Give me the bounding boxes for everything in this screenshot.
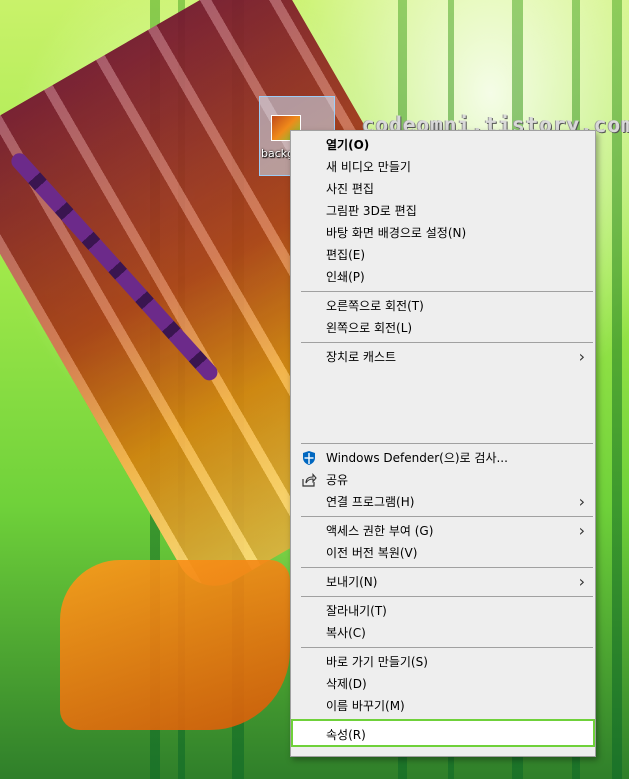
menu-item-label: 사진 편집 — [326, 182, 374, 196]
menu-item-print[interactable]: 인쇄(P) — [291, 266, 595, 288]
menu-item-rotate-left[interactable]: 왼쪽으로 회전(L) — [291, 317, 595, 339]
menu-item-label: 오른쪽으로 회전(T) — [326, 299, 424, 313]
menu-item-label: 장치로 캐스트 — [326, 350, 397, 364]
menu-item-restore-previous[interactable]: 이전 버전 복원(V) — [291, 542, 595, 564]
chevron-right-icon: › — [578, 492, 585, 511]
menu-item-copy[interactable]: 복사(C) — [291, 622, 595, 644]
menu-item-label: 공유 — [326, 473, 349, 487]
chevron-right-icon: › — [578, 347, 585, 366]
menu-item-delete[interactable]: 삭제(D) — [291, 673, 595, 695]
menu-item-label: 보내기(N) — [326, 575, 378, 589]
menu-item-label: 복사(C) — [326, 626, 366, 640]
menu-item-label: 속성(R) — [326, 728, 366, 742]
menu-item-rotate-right[interactable]: 오른쪽으로 회전(T) — [291, 295, 595, 317]
menu-item-label: 잘라내기(T) — [326, 604, 387, 618]
menu-item-give-access[interactable]: 액세스 권한 부여 (G) › — [291, 520, 595, 542]
menu-separator — [301, 596, 593, 597]
roof-ornament — [60, 560, 290, 730]
menu-blank-area — [291, 368, 595, 440]
share-icon — [301, 472, 317, 488]
menu-item-label: 그림판 3D로 편집 — [326, 204, 417, 218]
menu-item-label: 편집(E) — [326, 248, 366, 262]
menu-item-label: 바탕 화면 배경으로 설정(N) — [326, 226, 467, 240]
menu-item-open-with[interactable]: 연결 프로그램(H) › — [291, 491, 595, 513]
menu-item-label: 새 비디오 만들기 — [326, 160, 411, 174]
menu-item-share[interactable]: 공유 — [291, 469, 595, 491]
menu-item-properties[interactable]: 속성(R) — [291, 719, 595, 747]
menu-item-label: 이전 버전 복원(V) — [326, 546, 418, 560]
menu-item-edit-paint3d[interactable]: 그림판 3D로 편집 — [291, 200, 595, 222]
desktop-file-label: backg — [261, 147, 291, 160]
menu-item-label: 액세스 권한 부여 (G) — [326, 524, 434, 538]
menu-separator — [301, 342, 593, 343]
menu-item-label: 인쇄(P) — [326, 270, 365, 284]
menu-item-edit[interactable]: 편집(E) — [291, 244, 595, 266]
menu-item-label: 이름 바꾸기(M) — [326, 699, 405, 713]
menu-item-label: 바로 가기 만들기(S) — [326, 655, 428, 669]
menu-item-new-video[interactable]: 새 비디오 만들기 — [291, 156, 595, 178]
chevron-right-icon: › — [578, 572, 585, 591]
menu-separator — [301, 567, 593, 568]
menu-item-set-background[interactable]: 바탕 화면 배경으로 설정(N) — [291, 222, 595, 244]
menu-item-label: 왼쪽으로 회전(L) — [326, 321, 413, 335]
context-menu: 열기(O) 새 비디오 만들기 사진 편집 그림판 3D로 편집 바탕 화면 배… — [290, 130, 596, 757]
menu-separator — [301, 443, 593, 444]
menu-item-defender-scan[interactable]: Windows Defender(으)로 검사... — [291, 447, 595, 469]
menu-item-label: 열기(O) — [326, 138, 370, 152]
chevron-right-icon: › — [578, 521, 585, 540]
menu-item-create-shortcut[interactable]: 바로 가기 만들기(S) — [291, 651, 595, 673]
menu-item-cast-to-device[interactable]: 장치로 캐스트 › — [291, 346, 595, 368]
menu-item-open[interactable]: 열기(O) — [291, 134, 595, 156]
menu-separator — [301, 647, 593, 648]
windows-defender-shield-icon — [301, 450, 317, 466]
menu-separator — [301, 516, 593, 517]
menu-separator — [301, 291, 593, 292]
menu-item-label: Windows Defender(으)로 검사... — [326, 451, 508, 465]
menu-item-edit-photo[interactable]: 사진 편집 — [291, 178, 595, 200]
menu-item-send-to[interactable]: 보내기(N) › — [291, 571, 595, 593]
menu-item-label: 연결 프로그램(H) — [326, 495, 415, 509]
menu-item-label: 삭제(D) — [326, 677, 367, 691]
menu-item-rename[interactable]: 이름 바꾸기(M) — [291, 695, 595, 717]
menu-item-cut[interactable]: 잘라내기(T) — [291, 600, 595, 622]
